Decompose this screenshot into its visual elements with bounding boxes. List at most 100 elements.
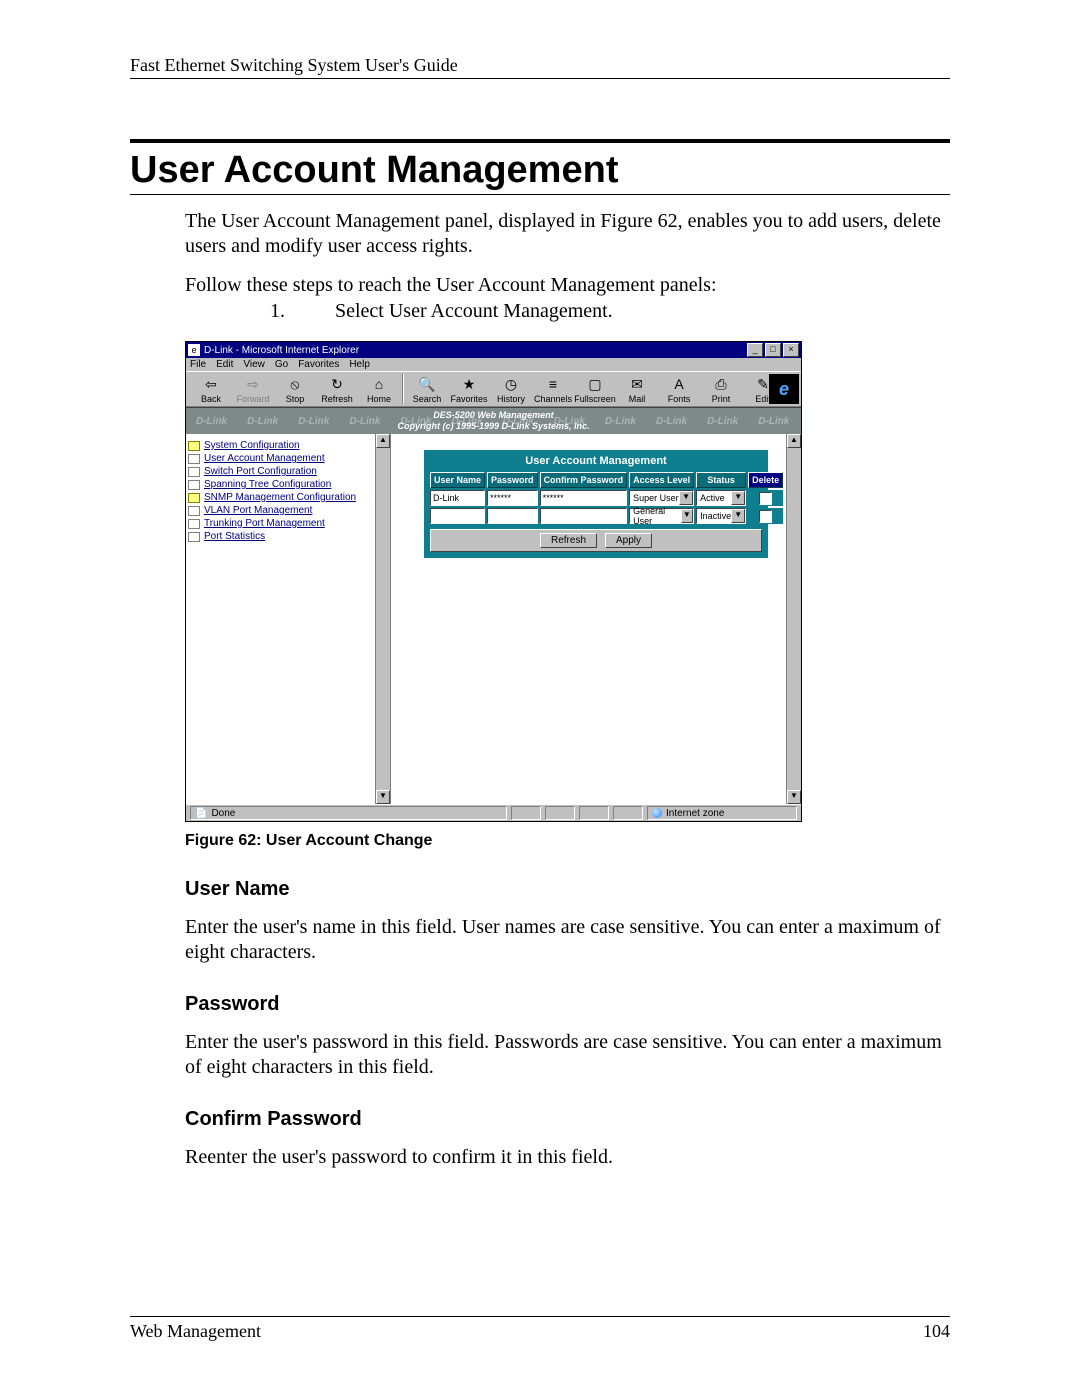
- nav-item[interactable]: Switch Port Configuration: [188, 466, 388, 477]
- banner-line1: DES-5200 Web Management: [397, 410, 589, 421]
- nav-item-label[interactable]: VLAN Port Management: [204, 505, 312, 516]
- folder-icon: [188, 493, 200, 503]
- para-user-name: Enter the user's name in this field. Use…: [185, 915, 950, 965]
- heading-user-name: User Name: [185, 878, 950, 901]
- search-icon: 🔍: [416, 375, 438, 393]
- refresh-button[interactable]: ↻Refresh: [316, 375, 358, 404]
- scroll-up-icon[interactable]: ▲: [376, 434, 390, 448]
- delete-checkbox[interactable]: [759, 492, 772, 505]
- nav-item[interactable]: System Configuration: [188, 440, 388, 451]
- scroll-down-icon[interactable]: ▼: [376, 790, 390, 804]
- fullscreen-icon: ▢: [584, 375, 606, 393]
- table-row: General User▼Inactive▼: [430, 508, 783, 524]
- status-bar: 📄Done Internet zone: [186, 804, 801, 821]
- menu-bar: File Edit View Go Favorites Help: [186, 358, 801, 371]
- delete-checkbox[interactable]: [759, 510, 772, 523]
- page-footer: Web Management 104: [130, 1316, 950, 1342]
- nav-item[interactable]: SNMP Management Configuration: [188, 492, 388, 503]
- window-titlebar: e D-Link - Microsoft Internet Explorer _…: [186, 342, 801, 358]
- apply-button[interactable]: Apply: [605, 533, 652, 548]
- nav-item-label[interactable]: System Configuration: [204, 440, 300, 451]
- nav-item[interactable]: Spanning Tree Configuration: [188, 479, 388, 490]
- nav-item-label[interactable]: Port Statistics: [204, 531, 265, 542]
- running-header: Fast Ethernet Switching System User's Gu…: [130, 55, 950, 76]
- password-input[interactable]: [487, 490, 538, 506]
- nav-scrollbar[interactable]: ▲ ▼: [375, 434, 390, 804]
- page-number: 104: [923, 1321, 950, 1342]
- menu-edit[interactable]: Edit: [216, 359, 233, 370]
- access-level-select[interactable]: General User▼: [629, 508, 694, 524]
- menu-favorites[interactable]: Favorites: [298, 359, 339, 370]
- mail-button[interactable]: ✉Mail: [616, 375, 658, 404]
- refresh-panel-button[interactable]: Refresh: [540, 533, 597, 548]
- scroll-down-icon[interactable]: ▼: [787, 790, 801, 804]
- scroll-up-icon[interactable]: ▲: [787, 434, 801, 448]
- channels-button[interactable]: ≡Channels: [532, 375, 574, 404]
- maximize-button[interactable]: □: [765, 343, 781, 357]
- fonts-button[interactable]: AFonts: [658, 375, 700, 404]
- nav-item[interactable]: Port Statistics: [188, 531, 388, 542]
- nav-item-label[interactable]: Spanning Tree Configuration: [204, 479, 331, 490]
- document-icon: [188, 506, 200, 516]
- panel-title: User Account Management: [426, 452, 766, 470]
- nav-item[interactable]: User Account Management: [188, 453, 388, 464]
- nav-item[interactable]: Trunking Port Management: [188, 518, 388, 529]
- nav-item-label[interactable]: Trunking Port Management: [204, 518, 325, 529]
- steps-leadin: Follow these steps to reach the User Acc…: [185, 273, 950, 298]
- home-button[interactable]: ⌂Home: [358, 375, 400, 404]
- para-password: Enter the user's password in this field.…: [185, 1030, 950, 1080]
- menu-go[interactable]: Go: [275, 359, 288, 370]
- search-button[interactable]: 🔍Search: [406, 375, 448, 404]
- section-rule-bottom: [130, 194, 950, 195]
- content-scrollbar[interactable]: ▲ ▼: [786, 434, 801, 804]
- access-level-select[interactable]: Super User▼: [629, 490, 694, 506]
- forward-button[interactable]: ⇨Forward: [232, 375, 274, 404]
- fullscreen-button[interactable]: ▢Fullscreen: [574, 375, 616, 404]
- chevron-down-icon: ▼: [731, 491, 745, 505]
- print-button[interactable]: ⎙Print: [700, 375, 742, 404]
- toolbar: ⇦Back ⇨Forward ⦸Stop ↻Refresh ⌂Home 🔍Sea…: [186, 371, 801, 407]
- password-input[interactable]: [487, 508, 538, 524]
- nav-item-label[interactable]: User Account Management: [204, 453, 325, 464]
- step-1-number: 1.: [270, 300, 330, 323]
- close-button[interactable]: ×: [783, 343, 799, 357]
- footer-section: Web Management: [130, 1321, 261, 1342]
- nav-item[interactable]: VLAN Port Management: [188, 505, 388, 516]
- username-input[interactable]: [430, 508, 485, 524]
- access-level-select-value: Super User: [633, 493, 679, 503]
- status-select[interactable]: Inactive▼: [696, 508, 746, 524]
- back-arrow-icon: ⇦: [200, 375, 222, 393]
- chevron-down-icon: ▼: [679, 491, 693, 505]
- document-icon: [188, 532, 200, 542]
- menu-help[interactable]: Help: [349, 359, 370, 370]
- section-rule-top: [130, 139, 950, 143]
- confirm-password-input[interactable]: [540, 490, 628, 506]
- nav-item-label[interactable]: SNMP Management Configuration: [204, 492, 356, 503]
- figure-screenshot: e D-Link - Microsoft Internet Explorer _…: [185, 341, 802, 822]
- back-button[interactable]: ⇦Back: [190, 375, 232, 404]
- history-button[interactable]: ◷History: [490, 375, 532, 404]
- menu-file[interactable]: File: [190, 359, 206, 370]
- chevron-down-icon: ▼: [731, 509, 745, 523]
- confirm-password-input[interactable]: [540, 508, 628, 524]
- status-zone: Internet zone: [647, 806, 797, 820]
- status-pane: [545, 806, 575, 820]
- nav-item-label[interactable]: Switch Port Configuration: [204, 466, 317, 477]
- history-icon: ◷: [500, 375, 522, 393]
- channels-icon: ≡: [542, 375, 564, 393]
- col-status: Status: [696, 472, 746, 488]
- col-delete: Delete: [748, 472, 783, 488]
- fonts-icon: A: [668, 375, 690, 393]
- page-banner: D-LinkD-LinkD-LinkD-LinkD-LinkD-LinkD-Li…: [186, 407, 801, 434]
- username-input[interactable]: [430, 490, 485, 506]
- favorites-icon: ★: [458, 375, 480, 393]
- heading-confirm-password: Confirm Password: [185, 1108, 950, 1131]
- favorites-button[interactable]: ★Favorites: [448, 375, 490, 404]
- minimize-button[interactable]: _: [747, 343, 763, 357]
- status-select[interactable]: Active▼: [696, 490, 746, 506]
- stop-button[interactable]: ⦸Stop: [274, 375, 316, 404]
- col-user: User Name: [430, 472, 485, 488]
- chevron-down-icon: ▼: [681, 509, 694, 523]
- ie-throbber-icon: e: [769, 374, 799, 404]
- menu-view[interactable]: View: [243, 359, 265, 370]
